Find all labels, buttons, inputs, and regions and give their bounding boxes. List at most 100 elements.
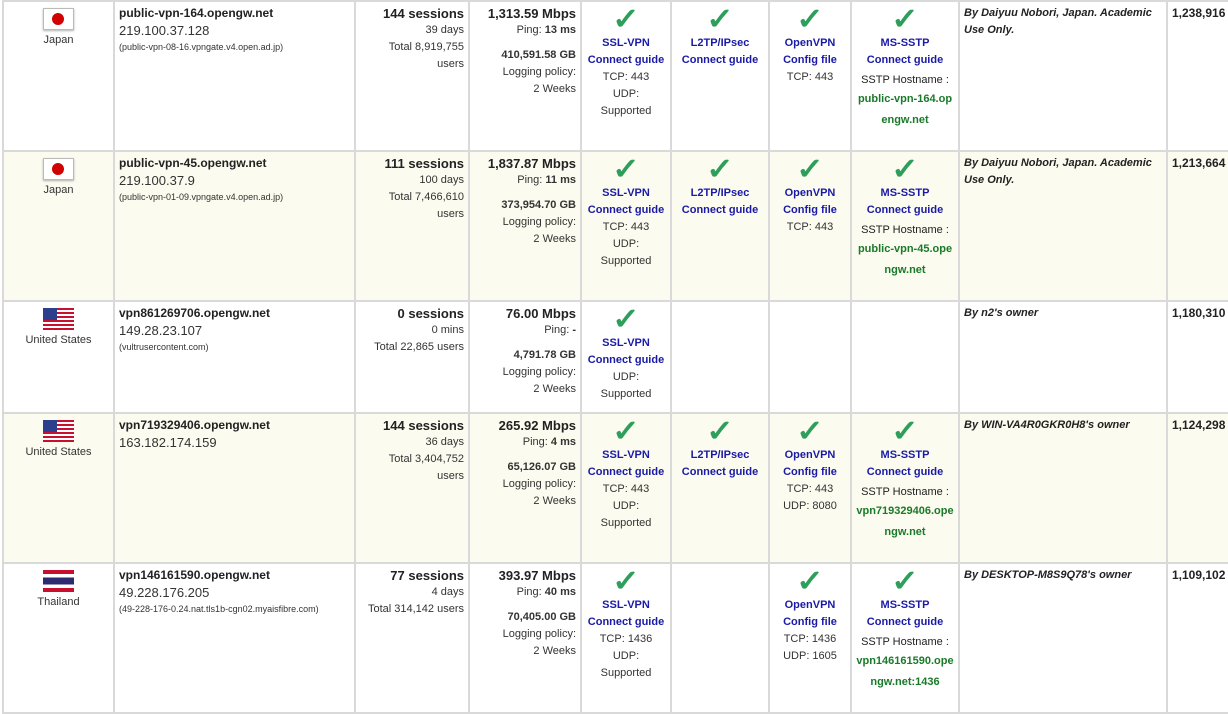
ssl-vpn-cell: ✓ SSL-VPN Connect guide TCP: 1436 UDP: Suppo… — [580, 562, 672, 714]
l2tp-ipsec-label[interactable]: L2TP/IPsec — [676, 35, 764, 52]
ms-sstp-label[interactable]: MS-SSTP — [856, 447, 954, 464]
openvpn-label[interactable]: OpenVPN — [774, 597, 846, 614]
host-cell: public-vpn-45.opengw.net 219.100.37.9 (pub… — [113, 150, 356, 302]
checkmark-icon: ✓ — [612, 565, 640, 598]
l2tp-ipsec-link[interactable]: Connect guide — [676, 52, 764, 69]
ssl-vpn-label[interactable]: SSL-VPN — [586, 35, 666, 52]
openvpn-cell: ✓ OpenVPN Config file TCP: 1436 UDP: 1605 — [768, 562, 852, 714]
country-flag-icon — [43, 8, 74, 30]
openvpn-label[interactable]: OpenVPN — [774, 35, 846, 52]
sstp-hostname[interactable]: vpn146161590.opengw.net:1436 — [856, 651, 954, 693]
sessions-cell: 0 sessions 0 mins Total 22,865 users — [354, 300, 470, 414]
openvpn-link[interactable]: Config file — [774, 52, 846, 69]
reverse-dns: (49-228-176-0.24.nat.tls1b-cgn02.myaisfi… — [119, 604, 319, 614]
ssl-vpn-label[interactable]: SSL-VPN — [586, 597, 666, 614]
operator-cell: By Daiyuu Nobori, Japan. Academic Use On… — [958, 0, 1168, 152]
ms-sstp-link[interactable]: Connect guide — [856, 614, 954, 631]
ms-sstp-link[interactable]: Connect guide — [856, 464, 954, 481]
checkmark-icon: ✓ — [612, 3, 640, 36]
score-cell: 1,213,664 — [1166, 150, 1228, 302]
l2tp-ipsec-cell — [670, 562, 770, 714]
total-users: Total 8,919,755 users — [388, 41, 464, 70]
line-speed: 1,313.59 Mbps — [487, 6, 576, 21]
ping-label: Ping: — [516, 24, 542, 36]
ssl-vpn-label[interactable]: SSL-VPN — [586, 447, 666, 464]
line-speed: 265.92 Mbps — [498, 418, 576, 433]
sessions-cell: 111 sessions 100 days Total 7,466,610 user… — [354, 150, 470, 302]
operator-cell: By DESKTOP-M8S9Q78's owner — [958, 562, 1168, 714]
checkmark-icon: ✓ — [796, 415, 824, 448]
score: 1,180,310 — [1172, 306, 1226, 320]
openvpn-link[interactable]: Config file — [774, 464, 846, 481]
l2tp-ipsec-cell: ✓ L2TP/IPsec Connect guide — [670, 0, 770, 152]
ms-sstp-label[interactable]: MS-SSTP — [856, 597, 954, 614]
score-cell: 1,180,310 — [1166, 300, 1228, 414]
ip-address: 49.228.176.205 — [119, 585, 210, 600]
checkmark-icon: ✓ — [796, 565, 824, 598]
ssl-vpn-link[interactable]: Connect guide — [586, 52, 666, 69]
ping: Ping: 13 ms — [474, 22, 576, 39]
ms-sstp-label[interactable]: MS-SSTP — [856, 185, 954, 202]
sessions-cell: 144 sessions 36 days Total 3,404,752 users — [354, 412, 470, 564]
ping: Ping: 40 ms — [474, 584, 576, 601]
country-cell: United States — [2, 300, 115, 414]
openvpn-udp: UDP: 8080 — [783, 500, 837, 512]
openvpn-cell: ✓ OpenVPN Config file TCP: 443 — [768, 0, 852, 152]
speed-cell: 1,313.59 Mbps Ping: 13 ms 410,591.58 GB Log… — [468, 0, 582, 152]
ssl-vpn-cell: ✓ SSL-VPN Connect guide UDP: Supported — [580, 300, 672, 414]
traffic-total: 65,126.07 GB — [507, 461, 577, 473]
traffic-total: 70,405.00 GB — [507, 611, 577, 623]
score: 1,109,102 — [1172, 568, 1226, 582]
ssl-vpn-tcp: TCP: 1436 — [599, 633, 653, 645]
host-cell: vpn861269706.opengw.net 149.28.23.107 (vul… — [113, 300, 356, 414]
ssl-vpn-link[interactable]: Connect guide — [586, 352, 666, 369]
ip-address: 219.100.37.9 — [119, 173, 195, 188]
sstp-hostname-label: SSTP Hostname : — [861, 74, 949, 86]
operator-message: By n2's owner — [964, 307, 1039, 319]
ssl-vpn-label[interactable]: SSL-VPN — [586, 335, 666, 352]
score: 1,213,664 — [1172, 156, 1226, 170]
ssl-vpn-link[interactable]: Connect guide — [586, 464, 666, 481]
reverse-dns: (public-vpn-01-09.vpngate.v4.open.ad.jp) — [119, 192, 284, 202]
speed-cell: 76.00 Mbps Ping: -4,791.78 GB Logging poli… — [468, 300, 582, 414]
ping-value: 11 ms — [545, 174, 576, 186]
line-speed: 393.97 Mbps — [498, 568, 576, 583]
openvpn-link[interactable]: Config file — [774, 614, 846, 631]
uptime: 39 days — [425, 24, 464, 36]
ms-sstp-link[interactable]: Connect guide — [856, 202, 954, 219]
l2tp-ipsec-label[interactable]: L2TP/IPsec — [676, 185, 764, 202]
openvpn-link[interactable]: Config file — [774, 202, 846, 219]
l2tp-ipsec-label[interactable]: L2TP/IPsec — [676, 447, 764, 464]
l2tp-ipsec-link[interactable]: Connect guide — [676, 202, 764, 219]
line-speed: 76.00 Mbps — [505, 306, 576, 321]
ms-sstp-link[interactable]: Connect guide — [856, 52, 954, 69]
l2tp-ipsec-link[interactable]: Connect guide — [676, 464, 764, 481]
hostname: public-vpn-45.opengw.net — [119, 156, 267, 170]
ms-sstp-label[interactable]: MS-SSTP — [856, 35, 954, 52]
sstp-hostname[interactable]: vpn719329406.opengw.net — [856, 501, 954, 543]
openvpn-label[interactable]: OpenVPN — [774, 185, 846, 202]
ssl-vpn-udp: UDP: Supported — [600, 371, 652, 400]
sstp-hostname[interactable]: public-vpn-45.opengw.net — [856, 239, 954, 281]
ping-label: Ping: — [544, 324, 570, 336]
operator-message: By WIN-VA4R0GKR0H8's owner — [964, 419, 1130, 431]
sstp-hostname-label: SSTP Hostname : — [861, 224, 949, 236]
sstp-hostname[interactable]: public-vpn-164.opengw.net — [856, 89, 954, 131]
ssl-vpn-link[interactable]: Connect guide — [586, 202, 666, 219]
ssl-vpn-link[interactable]: Connect guide — [586, 614, 666, 631]
operator-cell: By n2's owner — [958, 300, 1168, 414]
session-count: 0 sessions — [397, 306, 465, 321]
host-cell: vpn719329406.opengw.net 163.182.174.159 — [113, 412, 356, 564]
checkmark-icon: ✓ — [706, 3, 734, 36]
ip-address: 163.182.174.159 — [119, 435, 217, 450]
country-cell: Thailand — [2, 562, 115, 714]
server-row: Japan public-vpn-45.opengw.net 219.100.37.… — [2, 150, 1228, 302]
openvpn-cell — [768, 300, 852, 414]
ssl-vpn-label[interactable]: SSL-VPN — [586, 185, 666, 202]
openvpn-label[interactable]: OpenVPN — [774, 447, 846, 464]
ssl-vpn-tcp: TCP: 443 — [602, 221, 650, 233]
logging-policy: 2 Weeks — [533, 233, 576, 245]
